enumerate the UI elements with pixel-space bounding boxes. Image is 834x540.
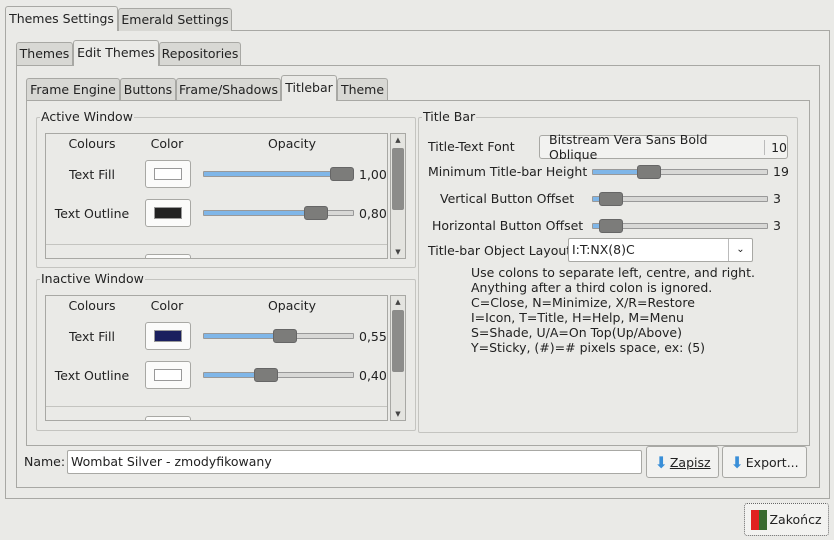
help-line: Use colons to separate left, centre, and… [471,265,755,280]
slider-value: 19 [773,164,789,179]
col-header: Color [150,136,184,151]
exit-door-icon [751,509,768,530]
inactive-colour-list: Colours Color Opacity Text Fill 0,55 Tex… [45,295,388,421]
vertical-offset-slider[interactable] [592,192,768,206]
tab-theme[interactable]: Theme [337,78,388,100]
font-name: Bitstream Vera Sans Bold Oblique [549,132,708,162]
name-input[interactable]: Wombat Silver - zmodyfikowany [67,450,642,474]
tab-buttons[interactable]: Buttons [120,78,176,100]
tab-edit-themes[interactable]: Edit Themes [73,40,159,66]
col-header: Colours [68,136,116,151]
col-header: Colours [68,298,116,313]
scroll-up-icon[interactable]: ▲ [391,134,405,146]
tab-repositories[interactable]: Repositories [159,42,241,65]
save-button[interactable]: ⬇ Zapisz [646,446,719,478]
help-line: Anything after a third colon is ignored. [471,280,713,295]
layout-value: I:T:NX(8)C [572,242,635,257]
active-colour-list: Colours Color Opacity Text Fill 1,00 Tex… [45,133,388,259]
help-line: I=Icon, T=Title, H=Help, M=Menu [471,310,684,325]
layout-label: Title-bar Object Layout [428,243,572,258]
font-button[interactable]: Bitstream Vera Sans Bold Oblique 10 [539,132,788,162]
color-button[interactable] [145,199,191,227]
opacity-slider[interactable] [203,329,354,343]
row-label: Text Fill [69,167,115,182]
export-button[interactable]: ⬇ Export... [722,446,807,478]
col-header: Opacity [267,136,317,151]
slider-label: Vertical Button Offset [440,191,575,206]
tab-titlebar[interactable]: Titlebar [281,75,337,101]
font-label: Title-Text Font [428,139,515,154]
row-label: Text Fill [69,329,115,344]
help-line: Y=Sticky, (#)=# pixels space, ex: (5) [471,340,706,355]
opacity-slider[interactable] [203,206,354,220]
opacity-slider[interactable] [203,167,354,181]
slider-label: Horizontal Button Offset [432,218,584,233]
col-header: Color [150,298,184,313]
color-button[interactable] [145,322,191,350]
group-title: Active Window [40,109,134,124]
col-header: Opacity [267,298,317,313]
save-label: Zapisz [669,454,711,470]
opacity-slider[interactable] [203,368,354,382]
layout-combo[interactable]: I:T:NX(8)C ⌄ [568,238,753,262]
opacity-value: 0,80 [359,206,387,221]
tab-frame-shadows[interactable]: Frame/Shadows [176,78,281,100]
save-icon: ⬇ [654,452,668,472]
help-line: C=Close, N=Minimize, X/R=Restore [471,295,695,310]
min-height-slider[interactable] [592,165,768,179]
color-button[interactable] [145,361,191,389]
export-icon: ⬇ [730,452,744,472]
tab-emerald-settings[interactable]: Emerald Settings [118,8,232,31]
row-label: Text Outline [54,368,130,383]
name-label: Name: [24,454,66,469]
help-line: S=Shade, U/A=On Top(Up/Above) [471,325,682,340]
opacity-value: 0,40 [359,368,387,383]
opacity-value: 1,00 [359,167,387,182]
tab-themes-settings[interactable]: Themes Settings [5,6,118,31]
quit-label: Zakończ [769,512,822,527]
slider-value: 3 [773,218,781,233]
layout-help: Use colons to separate left, centre, and… [471,265,755,355]
horizontal-offset-slider[interactable] [592,219,768,233]
scroll-down-icon[interactable]: ▼ [391,408,405,420]
font-size: 10 [764,139,787,155]
scroll-down-icon[interactable]: ▼ [391,246,405,258]
scrollbar[interactable]: ▲ ▼ [390,133,406,259]
slider-label: Minimum Title-bar Height [428,164,588,179]
export-label: Export... [745,454,799,470]
color-button[interactable] [145,160,191,188]
group-title: Title Bar [422,109,477,124]
group-title: Inactive Window [40,271,145,286]
chevron-down-icon[interactable]: ⌄ [728,239,752,261]
scrollbar[interactable]: ▲ ▼ [390,295,406,421]
tab-themes[interactable]: Themes [16,42,73,65]
opacity-value: 0,55 [359,329,387,344]
name-value: Wombat Silver - zmodyfikowany [71,454,272,469]
row-label: Text Outline [54,206,130,221]
slider-value: 3 [773,191,781,206]
tab-frame-engine[interactable]: Frame Engine [26,78,120,100]
quit-button[interactable]: Zakończ [744,503,829,536]
scroll-up-icon[interactable]: ▲ [391,296,405,308]
